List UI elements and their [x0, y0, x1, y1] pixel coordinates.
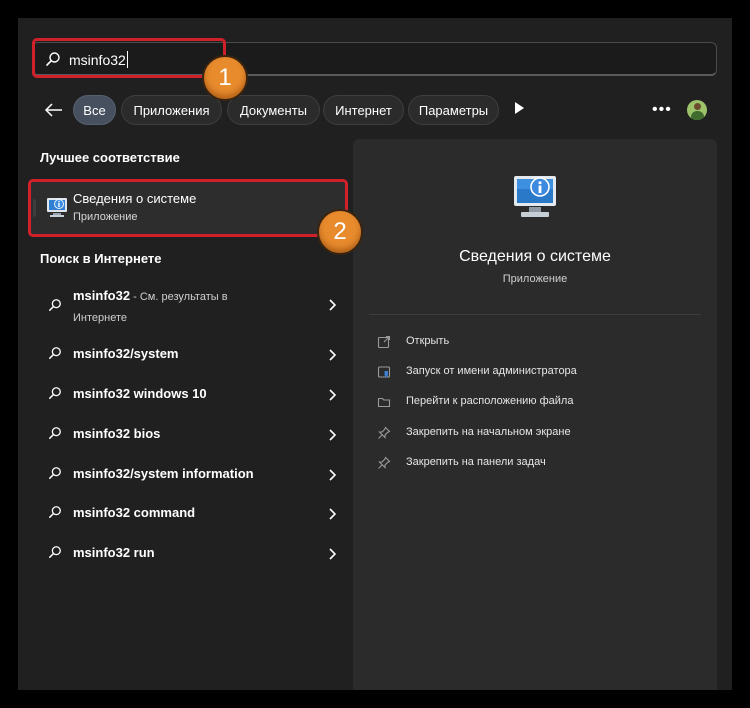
- step-badge-2: 2: [317, 209, 363, 255]
- action-label: Закрепить на панели задач: [406, 456, 546, 468]
- action-open[interactable]: Открыть: [377, 333, 697, 353]
- action-open-file-location[interactable]: Перейти к расположению файла: [377, 393, 697, 413]
- web-result-item[interactable]: msinfo32 bios: [30, 416, 346, 452]
- action-label: Открыть: [406, 335, 450, 347]
- search-icon: [48, 298, 62, 317]
- search-icon: [48, 346, 62, 365]
- action-run-as-admin[interactable]: Запуск от имени администратора: [377, 363, 697, 383]
- web-result-item[interactable]: msinfo32 run: [30, 535, 346, 571]
- system-info-icon: [512, 172, 558, 227]
- preview-subtitle: Приложение: [502, 273, 568, 285]
- chevron-right-icon: [328, 388, 337, 406]
- admin-shield-icon: [377, 365, 391, 384]
- highlight-best-match: [28, 179, 348, 237]
- chevron-right-icon: [328, 547, 337, 565]
- search-icon: [48, 545, 62, 564]
- chevron-right-icon: [328, 507, 337, 525]
- arrow-left-icon: [44, 103, 62, 117]
- web-search-heading: Поиск в Интернете: [40, 251, 162, 266]
- chevron-right-icon: [328, 298, 337, 316]
- search-icon: [48, 426, 62, 445]
- action-label: Закрепить на начальном экране: [406, 426, 571, 438]
- web-result-item[interactable]: msinfo32 windows 10: [30, 376, 346, 412]
- folder-icon: [377, 395, 391, 414]
- back-button[interactable]: [40, 98, 68, 122]
- pin-icon: [377, 426, 391, 445]
- chevron-right-icon: [328, 428, 337, 446]
- web-result-text: msinfo32 command: [73, 505, 196, 520]
- more-options-button[interactable]: •••: [652, 101, 672, 119]
- action-pin-to-start[interactable]: Закрепить на начальном экране: [377, 424, 697, 444]
- preview-pane: Сведения о системе Приложение Открыть За…: [353, 139, 717, 690]
- step-badge-1: 1: [202, 55, 248, 101]
- web-result-query: msinfo32: [73, 288, 131, 303]
- open-icon: [377, 335, 391, 354]
- web-result-item[interactable]: msinfo32/system information: [30, 456, 346, 492]
- user-avatar[interactable]: [687, 100, 707, 120]
- web-result-item[interactable]: msinfo32 - См. результаты в Интернете: [30, 284, 346, 328]
- search-icon: [48, 386, 62, 405]
- tab-apps[interactable]: Приложения: [121, 95, 222, 125]
- web-result-text: msinfo32 run: [73, 545, 155, 560]
- web-result-text: msinfo32 - См. результаты в Интернете: [73, 286, 273, 328]
- play-icon[interactable]: [515, 102, 524, 114]
- action-label: Перейти к расположению файла: [406, 395, 574, 407]
- best-match-heading: Лучшее соответствие: [40, 150, 180, 165]
- highlight-search-box: [32, 38, 226, 78]
- action-pin-to-taskbar[interactable]: Закрепить на панели задач: [377, 454, 697, 474]
- web-result-text: msinfo32 windows 10: [73, 386, 207, 401]
- tab-all[interactable]: Все: [73, 95, 116, 125]
- search-icon: [48, 466, 62, 485]
- preview-title: Сведения о системе: [459, 248, 611, 265]
- tab-internet[interactable]: Интернет: [323, 95, 404, 125]
- avatar-head: [694, 103, 701, 110]
- tab-documents[interactable]: Документы: [227, 95, 320, 125]
- action-label: Запуск от имени администратора: [406, 365, 577, 377]
- web-result-text: msinfo32/system information: [73, 466, 254, 481]
- pin-icon: [377, 456, 391, 475]
- search-icon: [48, 505, 62, 524]
- web-result-text: msinfo32 bios: [73, 426, 161, 441]
- chevron-right-icon: [328, 468, 337, 486]
- divider: [369, 314, 701, 315]
- web-result-item[interactable]: msinfo32/system: [30, 336, 346, 372]
- tab-settings[interactable]: Параметры: [408, 95, 499, 125]
- chevron-right-icon: [328, 348, 337, 366]
- web-result-text: msinfo32/system: [73, 346, 179, 361]
- search-panel: msinfo32 Все Приложения Документы Интерн…: [18, 18, 732, 690]
- web-result-item[interactable]: msinfo32 command: [30, 495, 346, 531]
- avatar-body: [691, 111, 704, 120]
